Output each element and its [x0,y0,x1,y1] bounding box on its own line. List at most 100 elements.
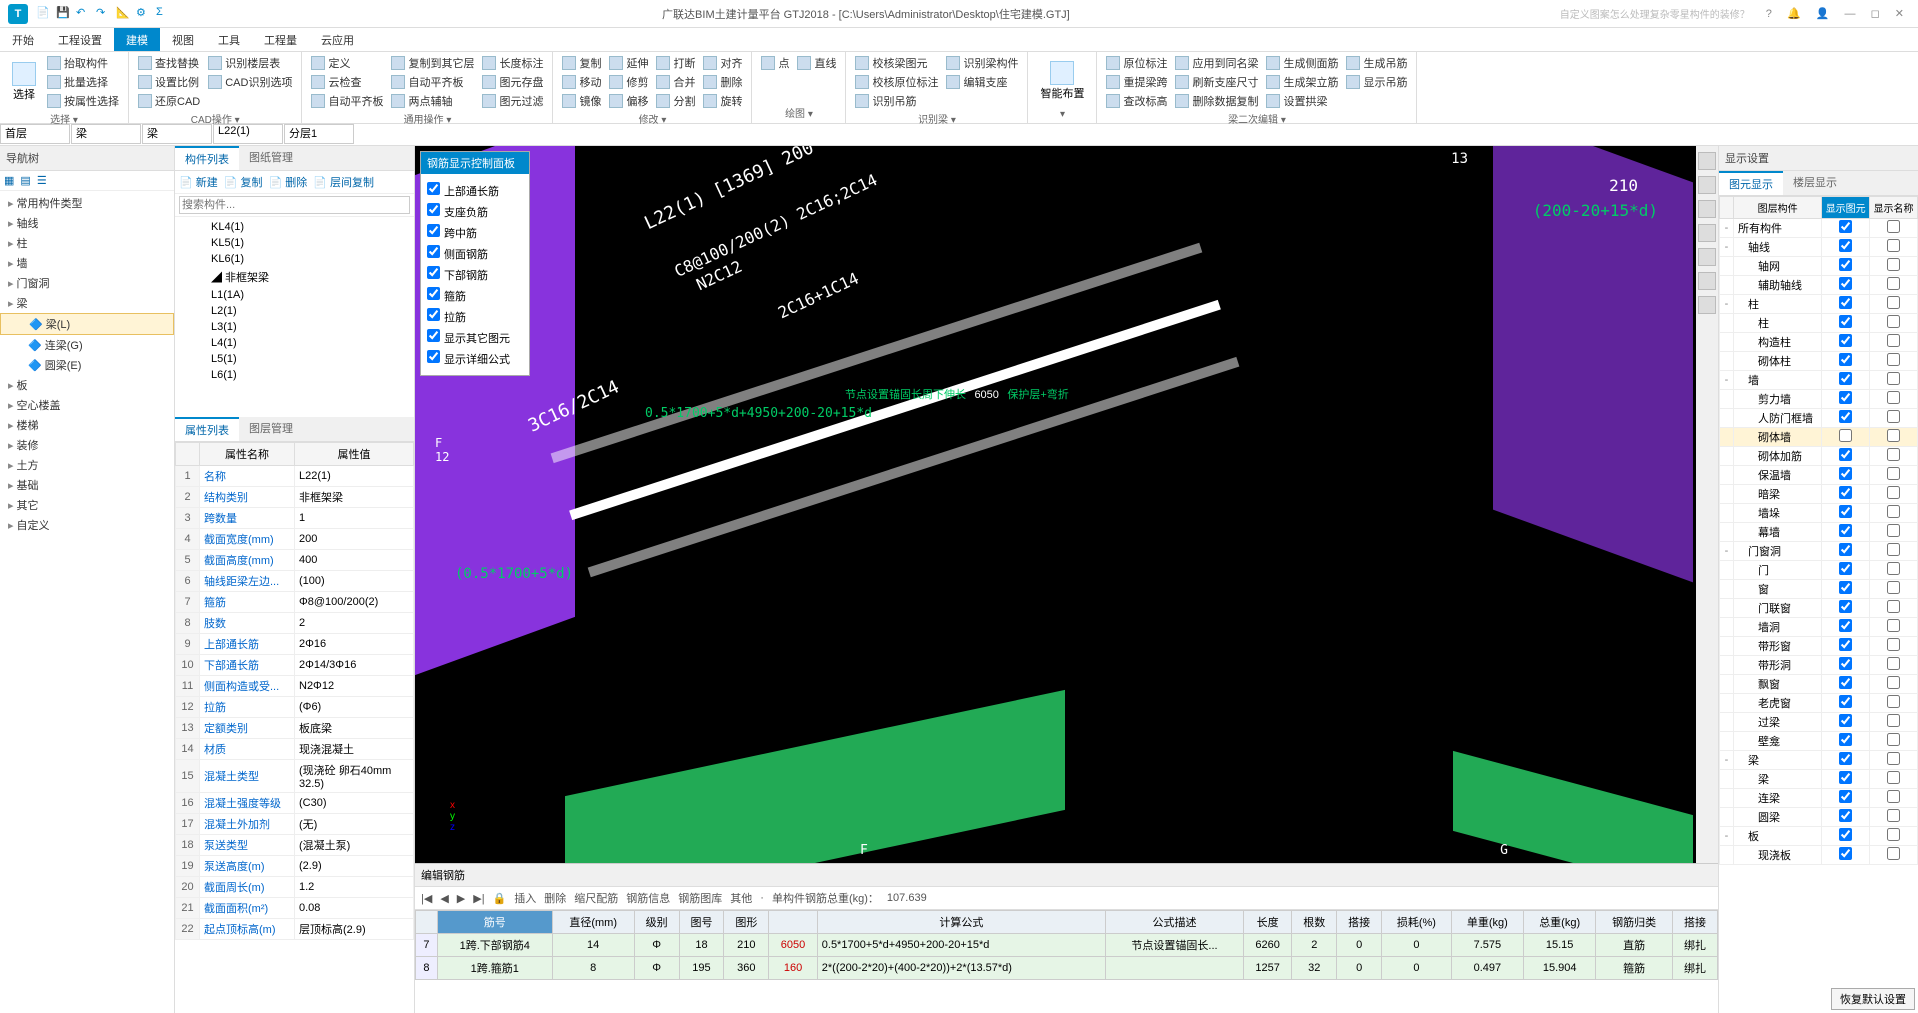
ribbon-item[interactable]: 查找替换 [135,54,203,72]
display-row[interactable]: -板 [1720,827,1918,846]
toolbar-button[interactable]: 📄 复制 [224,174,263,190]
display-row[interactable]: 构造柱 [1720,333,1918,352]
nav-next-icon[interactable]: ▶ [457,892,465,905]
ribbon-item[interactable]: 刷新支座尺寸 [1172,73,1261,91]
view-tool-icon[interactable] [1698,224,1716,242]
component-list-item[interactable]: L5(1) [175,351,414,367]
nav-last-icon[interactable]: ▶| [473,892,484,905]
nav-item[interactable]: 🔷 梁(L) [0,313,174,335]
nav-item[interactable]: ▸轴线 [0,213,174,233]
toolbar-button[interactable]: 📄 新建 [179,174,218,190]
ribbon-item[interactable]: 校核原位标注 [852,73,941,91]
property-row[interactable]: 11侧面构造或受...N2Φ12 [176,676,414,697]
viewport-3d[interactable]: L22(1) [1369] 200*400 C8@100/200(2) 2C16… [415,146,1718,863]
ribbon-item[interactable] [758,73,792,87]
ribbon-item[interactable]: 编辑支座 [943,73,1021,91]
ribbon-item[interactable]: 合并 [653,73,698,91]
display-row[interactable]: 老虎窗 [1720,694,1918,713]
nav-item[interactable]: ▸空心楼盖 [0,395,174,415]
nav-item[interactable]: 🔷 连梁(G) [0,335,174,355]
ribbon-button[interactable]: 智能布置 [1034,54,1090,108]
property-row[interactable]: 6轴线距梁左边...(100) [176,571,414,592]
nav-item[interactable]: ▸门窗洞 [0,273,174,293]
help-icon[interactable]: ? [1766,8,1772,20]
component-list-item[interactable]: KL5(1) [175,235,414,251]
ribbon-item[interactable]: 图元存盘 [479,73,546,91]
ribbon-item[interactable]: 按属性选择 [44,92,122,110]
display-row[interactable]: 带形洞 [1720,656,1918,675]
display-row[interactable]: 现浇板 [1720,846,1918,865]
maximize-icon[interactable]: ◻ [1871,8,1880,20]
nav-item[interactable]: ▸楼梯 [0,415,174,435]
rebar-checkbox[interactable]: 侧面钢筋 [427,243,523,264]
ribbon-item[interactable]: 自动平齐板 [388,73,477,91]
ribbon-item[interactable] [205,92,295,106]
property-row[interactable]: 21截面面积(m²)0.08 [176,898,414,919]
nav-first-icon[interactable]: |◀ [421,892,432,905]
member-selector[interactable]: L22(1) [213,124,283,144]
rebar-checkbox[interactable]: 下部钢筋 [427,264,523,285]
property-row[interactable]: 12拉筋(Φ6) [176,697,414,718]
delete-button[interactable]: 删除 [544,890,566,906]
display-tab[interactable]: 楼层显示 [1783,171,1847,195]
ribbon-item[interactable] [794,73,839,87]
ribbon-item[interactable]: 云检查 [308,73,386,91]
ribbon-item[interactable]: 显示吊筋 [1343,73,1410,91]
floor-selector[interactable]: 首层 [0,124,70,144]
qat-icon[interactable]: ↶ [76,6,92,22]
component-list-item[interactable]: L2(1) [175,303,414,319]
notify-icon[interactable]: 🔔 [1787,8,1801,20]
menu-tab[interactable]: 建模 [114,28,160,51]
minimize-icon[interactable]: — [1845,8,1856,20]
ribbon-item[interactable]: 识别楼层表 [205,54,295,72]
component-list-item[interactable]: L3(1) [175,319,414,335]
scale-button[interactable]: 缩尺配筋 [574,890,618,906]
display-row[interactable]: 门 [1720,561,1918,580]
ribbon-item[interactable]: 定义 [308,54,386,72]
property-row[interactable]: 22起点顶标高(m)层顶标高(2.9) [176,919,414,940]
toolbar-button[interactable]: 📄 删除 [269,174,308,190]
nav-item[interactable]: ▸柱 [0,233,174,253]
property-row[interactable]: 16混凝土强度等级(C30) [176,793,414,814]
nav-item[interactable]: ▸常用构件类型 [0,193,174,213]
display-row[interactable]: -柱 [1720,295,1918,314]
rebar-checkbox[interactable]: 跨中筋 [427,222,523,243]
ribbon-item[interactable]: 打断 [653,54,698,72]
property-row[interactable]: 17混凝土外加剂(无) [176,814,414,835]
property-row[interactable]: 18泵送类型(混凝土泵) [176,835,414,856]
property-row[interactable]: 3跨数量1 [176,508,414,529]
display-row[interactable]: 剪力墙 [1720,390,1918,409]
ribbon-item[interactable]: 还原CAD [135,92,203,110]
component-list-item[interactable]: L6(1) [175,367,414,383]
display-row[interactable]: 人防门框墙 [1720,409,1918,428]
property-row[interactable]: 7箍筋Φ8@100/200(2) [176,592,414,613]
display-tab[interactable]: 图元显示 [1719,171,1783,195]
ribbon-item[interactable]: 点 [758,54,792,72]
lock-icon[interactable]: 🔒 [493,892,507,905]
display-row[interactable]: 梁 [1720,770,1918,789]
property-tab[interactable]: 属性列表 [175,417,239,441]
ribbon-item[interactable]: 生成吊筋 [1343,54,1410,72]
ribbon-item[interactable]: 校核梁图元 [852,54,941,72]
ribbon-item[interactable]: 生成架立筋 [1263,73,1341,91]
ribbon-item[interactable]: 镜像 [559,92,604,110]
toolbar-button[interactable]: 📄 层间复制 [313,174,374,190]
display-row[interactable]: 过梁 [1720,713,1918,732]
menu-tab[interactable]: 工程量 [252,28,309,51]
component-list-item[interactable]: ◢ 非框架梁 [175,267,414,287]
qat-icon[interactable]: 📐 [116,6,132,22]
ribbon-item[interactable]: 应用到同名梁 [1172,54,1261,72]
close-icon[interactable]: ✕ [1895,8,1904,20]
component-list-item[interactable]: KL6(1) [175,251,414,267]
ribbon-item[interactable]: 复制到其它层 [388,54,477,72]
qat-icon[interactable]: Σ [156,6,172,22]
qat-icon[interactable]: ⚙ [136,6,152,22]
type-selector[interactable]: 梁 [142,124,212,144]
display-row[interactable]: 砌体柱 [1720,352,1918,371]
display-row[interactable]: 壁龛 [1720,732,1918,751]
nav-item[interactable]: ▸墙 [0,253,174,273]
menu-tab[interactable]: 工程设置 [46,28,114,51]
rebar-checkbox[interactable]: 支座负筋 [427,201,523,222]
qat-icon[interactable]: 📄 [36,6,52,22]
nav-item[interactable]: ▸土方 [0,455,174,475]
